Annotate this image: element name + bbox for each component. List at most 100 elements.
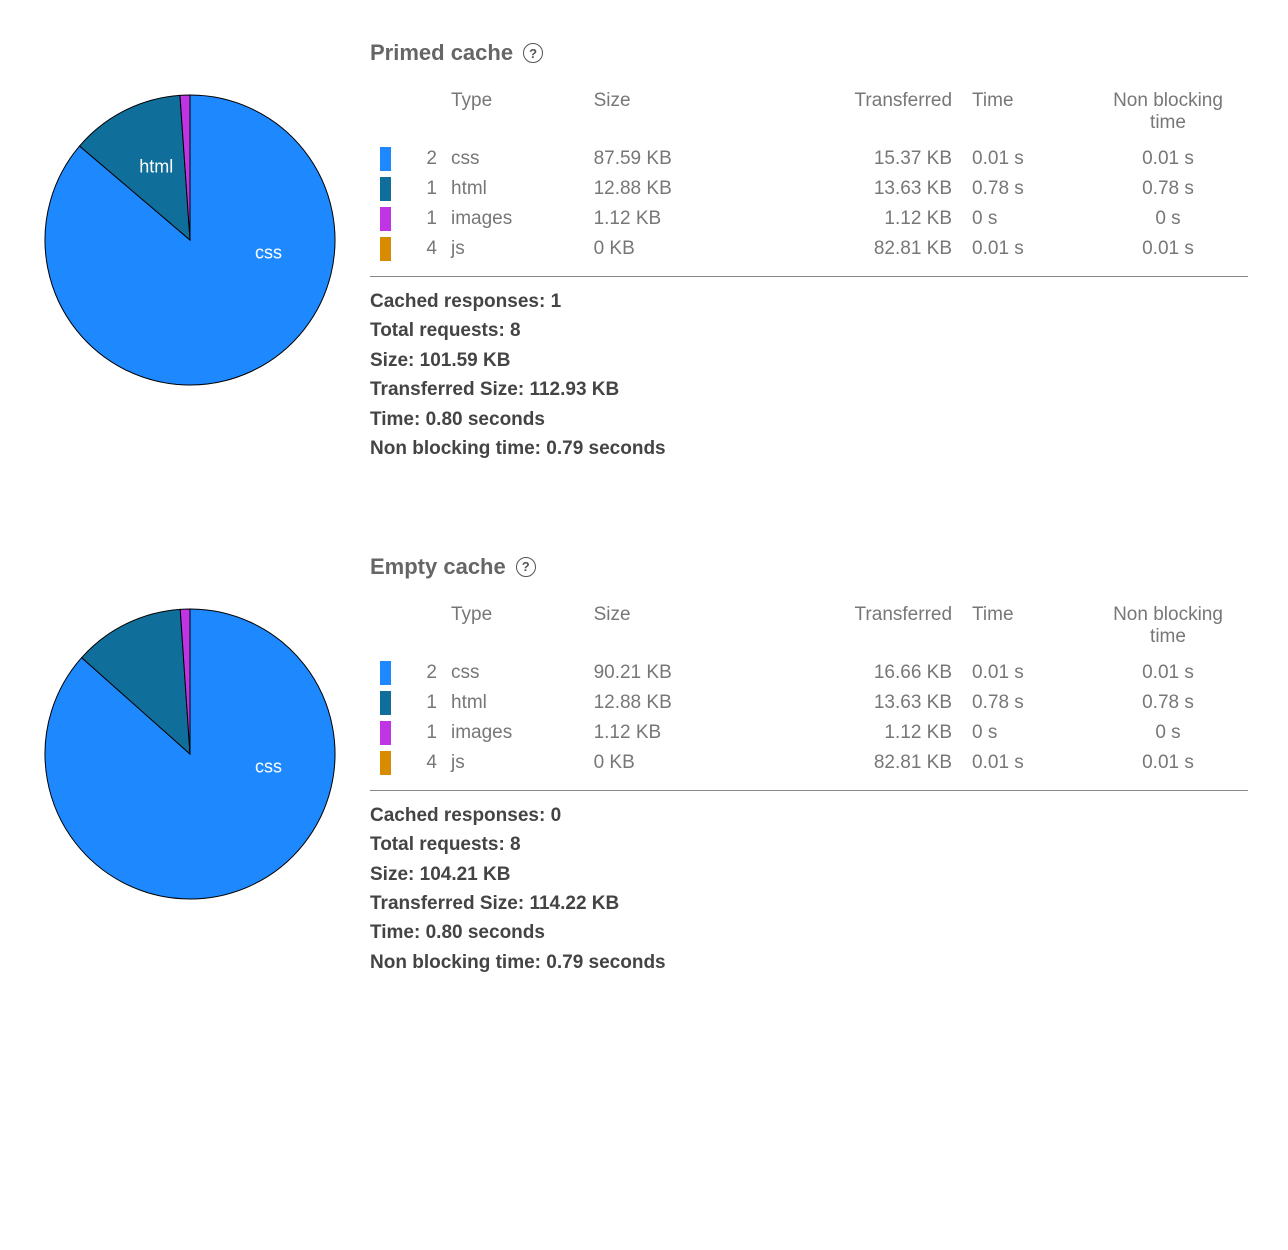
- cell-type: images: [441, 718, 584, 748]
- cell-size: 90.21 KB: [584, 658, 756, 688]
- cell-type: images: [441, 204, 584, 234]
- pie-slice-label: html: [139, 156, 173, 176]
- cell-type: css: [441, 144, 584, 174]
- cell-nonblocking: 0.01 s: [1088, 748, 1248, 778]
- summary-transferred: Transferred Size: 114.22 KB: [370, 889, 1248, 918]
- table-row: 2 css 87.59 KB 15.37 KB 0.01 s 0.01 s: [370, 144, 1248, 174]
- table-row: 2 css 90.21 KB 16.66 KB 0.01 s 0.01 s: [370, 658, 1248, 688]
- cell-time: 0.01 s: [962, 234, 1088, 264]
- pie-slice-label: css: [255, 756, 282, 776]
- col-size: Size: [584, 598, 756, 658]
- col-nonblocking: Non blocking time: [1088, 598, 1248, 658]
- cell-nonblocking: 0 s: [1088, 204, 1248, 234]
- cell-type: js: [441, 748, 584, 778]
- cell-size: 12.88 KB: [584, 174, 756, 204]
- cell-type: js: [441, 234, 584, 264]
- breakdown-table: Type Size Transferred Time Non blocking …: [370, 84, 1248, 264]
- cell-transferred: 1.12 KB: [756, 204, 962, 234]
- cell-time: 0 s: [962, 718, 1088, 748]
- cell-type: html: [441, 174, 584, 204]
- cell-time: 0.78 s: [962, 174, 1088, 204]
- cell-size: 0 KB: [584, 234, 756, 264]
- cell-type: css: [441, 658, 584, 688]
- col-time: Time: [962, 598, 1088, 658]
- summary-time: Time: 0.80 seconds: [370, 918, 1248, 947]
- legend-swatch: [380, 177, 391, 201]
- cache-section: csshtml Primed cache ? Type Size Transfe…: [40, 40, 1248, 464]
- cell-count: 2: [401, 658, 441, 688]
- cell-size: 87.59 KB: [584, 144, 756, 174]
- pie-slice-label: css: [255, 243, 282, 263]
- cell-transferred: 16.66 KB: [756, 658, 962, 688]
- col-type: Type: [441, 598, 584, 658]
- table-row: 1 images 1.12 KB 1.12 KB 0 s 0 s: [370, 718, 1248, 748]
- summary-nonblocking: Non blocking time: 0.79 seconds: [370, 434, 1248, 463]
- cell-time: 0.01 s: [962, 658, 1088, 688]
- cache-section: css Empty cache ? Type Size Transferred …: [40, 554, 1248, 978]
- legend-swatch: [380, 237, 391, 261]
- cell-count: 2: [401, 144, 441, 174]
- cell-nonblocking: 0.78 s: [1088, 688, 1248, 718]
- legend-swatch: [380, 147, 391, 171]
- divider: [370, 790, 1248, 791]
- cell-transferred: 13.63 KB: [756, 174, 962, 204]
- cell-time: 0.01 s: [962, 144, 1088, 174]
- cell-time: 0 s: [962, 204, 1088, 234]
- summary-cached: Cached responses: 1: [370, 287, 1248, 316]
- pie-chart: css html: [40, 90, 340, 390]
- col-type: Type: [441, 84, 584, 144]
- section-title: Empty cache ?: [370, 554, 1248, 580]
- col-size: Size: [584, 84, 756, 144]
- legend-swatch: [380, 721, 391, 745]
- cell-size: 1.12 KB: [584, 204, 756, 234]
- cell-count: 4: [401, 234, 441, 264]
- legend-swatch: [380, 661, 391, 685]
- table-row: 1 html 12.88 KB 13.63 KB 0.78 s 0.78 s: [370, 174, 1248, 204]
- legend-swatch: [380, 691, 391, 715]
- table-row: 4 js 0 KB 82.81 KB 0.01 s 0.01 s: [370, 748, 1248, 778]
- pie-chart: css: [40, 604, 340, 904]
- divider: [370, 276, 1248, 277]
- cell-count: 1: [401, 174, 441, 204]
- cell-count: 1: [401, 718, 441, 748]
- summary-block: Cached responses: 0 Total requests: 8 Si…: [370, 801, 1248, 978]
- col-nonblocking: Non blocking time: [1088, 84, 1248, 144]
- cell-count: 1: [401, 204, 441, 234]
- cell-nonblocking: 0 s: [1088, 718, 1248, 748]
- cell-nonblocking: 0.01 s: [1088, 234, 1248, 264]
- cell-transferred: 82.81 KB: [756, 234, 962, 264]
- legend-swatch: [380, 751, 391, 775]
- summary-block: Cached responses: 1 Total requests: 8 Si…: [370, 287, 1248, 464]
- legend-swatch: [380, 207, 391, 231]
- cell-time: 0.78 s: [962, 688, 1088, 718]
- summary-requests: Total requests: 8: [370, 316, 1248, 345]
- col-time: Time: [962, 84, 1088, 144]
- cell-nonblocking: 0.01 s: [1088, 658, 1248, 688]
- help-icon[interactable]: ?: [523, 43, 543, 63]
- section-title-text: Primed cache: [370, 40, 513, 66]
- summary-transferred: Transferred Size: 112.93 KB: [370, 375, 1248, 404]
- cell-size: 12.88 KB: [584, 688, 756, 718]
- cell-count: 4: [401, 748, 441, 778]
- section-title-text: Empty cache: [370, 554, 506, 580]
- cell-transferred: 1.12 KB: [756, 718, 962, 748]
- summary-nonblocking: Non blocking time: 0.79 seconds: [370, 948, 1248, 977]
- summary-size: Size: 104.21 KB: [370, 860, 1248, 889]
- help-icon[interactable]: ?: [516, 557, 536, 577]
- col-transferred: Transferred: [756, 598, 962, 658]
- cell-transferred: 82.81 KB: [756, 748, 962, 778]
- cell-time: 0.01 s: [962, 748, 1088, 778]
- table-row: 1 images 1.12 KB 1.12 KB 0 s 0 s: [370, 204, 1248, 234]
- summary-cached: Cached responses: 0: [370, 801, 1248, 830]
- cell-nonblocking: 0.01 s: [1088, 144, 1248, 174]
- breakdown-table: Type Size Transferred Time Non blocking …: [370, 598, 1248, 778]
- cell-count: 1: [401, 688, 441, 718]
- cell-nonblocking: 0.78 s: [1088, 174, 1248, 204]
- col-transferred: Transferred: [756, 84, 962, 144]
- cell-transferred: 13.63 KB: [756, 688, 962, 718]
- cell-type: html: [441, 688, 584, 718]
- cell-size: 1.12 KB: [584, 718, 756, 748]
- summary-time: Time: 0.80 seconds: [370, 405, 1248, 434]
- cell-transferred: 15.37 KB: [756, 144, 962, 174]
- table-row: 4 js 0 KB 82.81 KB 0.01 s 0.01 s: [370, 234, 1248, 264]
